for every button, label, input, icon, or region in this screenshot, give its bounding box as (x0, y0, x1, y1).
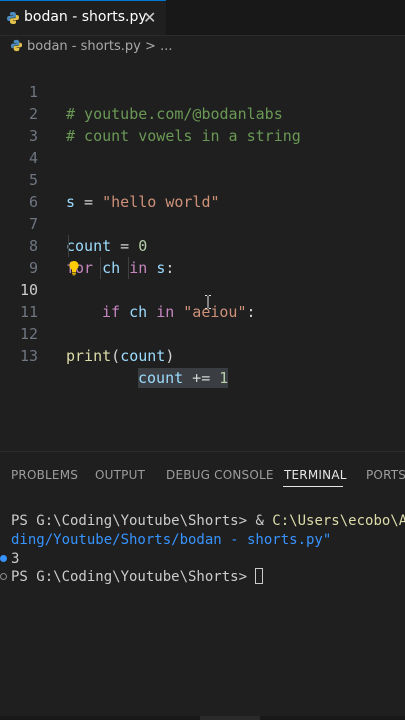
terminal-output: 3 (11, 551, 20, 567)
python-file-icon (10, 39, 23, 52)
terminal-prompt: PS G:\Coding\Youtube\Shorts> (11, 513, 256, 529)
variable-token: count (138, 369, 184, 387)
terminal[interactable]: PS G:\Coding\Youtube\Shorts> & C:\Users\… (0, 500, 405, 720)
indent-guide (128, 257, 129, 279)
tab-ports[interactable]: PORTS (366, 468, 405, 482)
active-tab-indicator (283, 486, 343, 487)
terminal-prompt: PS G:\Coding\Youtube\Shorts> (11, 569, 256, 585)
code-line-8: 8 for ch in s: (0, 213, 405, 277)
operator-token: ) (165, 347, 175, 365)
terminal-line: PS G:\Coding\Youtube\Shorts> (11, 568, 264, 586)
code-line-5: 5 s = "hello world" (0, 147, 405, 211)
close-icon[interactable]: ✕ (143, 9, 156, 26)
terminal-line: PS G:\Coding\Youtube\Shorts> & C:\Users\… (11, 512, 405, 530)
code-line-7: 7 count = 0 (0, 191, 405, 255)
code-line-9: 9 if ch in "aeiou": (0, 235, 405, 321)
code-line-13: 13 (0, 323, 405, 365)
code-line-10: 10 count += 1 (0, 257, 405, 388)
command-pending-icon[interactable] (0, 573, 7, 580)
indent-guide (68, 235, 69, 257)
breadcrumb-separator: > (140, 39, 161, 54)
python-file-icon (7, 12, 19, 24)
tab-problems[interactable]: PROBLEMS (11, 468, 78, 482)
code-line-2: 2 # count vowels in a string (0, 81, 405, 145)
indent-guide (100, 257, 101, 279)
terminal-command-continued: ding/Youtube/Shorts/bodan - shorts.py" (11, 532, 332, 548)
command-success-icon[interactable] (0, 555, 7, 562)
code-line-6: 6 (0, 169, 405, 211)
bottom-edge (0, 716, 405, 720)
tab-bodan-shorts[interactable]: bodan - shorts.py ✕ (0, 0, 166, 35)
scroll-thumb[interactable] (200, 716, 260, 720)
panel-tab-bar: PROBLEMS OUTPUT DEBUG CONSOLE TERMINAL P… (0, 460, 405, 490)
code-line-12: 12 print(count) (0, 301, 405, 365)
code-line-3: 3 (0, 103, 405, 145)
breadcrumb-file[interactable]: bodan - shorts.py (27, 39, 141, 54)
tab-debug-console[interactable]: DEBUG CONSOLE (166, 468, 274, 482)
breadcrumb-symbols[interactable]: ... (160, 39, 172, 54)
terminal-operator: & (255, 513, 273, 529)
number-token: 1 (219, 369, 229, 387)
code-line-11: 11 (0, 279, 405, 321)
code-line-1: 1 # youtube.com/@bodanlabs (0, 59, 405, 123)
mouse-cursor-icon (205, 295, 211, 309)
tab-terminal[interactable]: TERMINAL (284, 468, 347, 482)
terminal-line: ding/Youtube/Shorts/bodan - shorts.py" (11, 531, 331, 549)
tab-output[interactable]: OUTPUT (95, 468, 145, 482)
lightbulb-icon[interactable] (67, 260, 81, 276)
line-number: 13 (19, 347, 38, 365)
terminal-line: 3 (11, 550, 19, 568)
terminal-cursor (255, 568, 264, 584)
panel-divider (0, 451, 405, 452)
breadcrumb: bodan - shorts.py > ... (10, 39, 172, 59)
editor-tab-bar: bodan - shorts.py ✕ (0, 0, 405, 36)
code-editor[interactable]: 1 # youtube.com/@bodanlabs 2 # count vow… (0, 59, 405, 451)
operator-token: ( (111, 347, 121, 365)
function-token: print (66, 347, 112, 365)
variable-token: count (120, 347, 166, 365)
code-line-4: 4 (0, 125, 405, 167)
operator-token: += (183, 369, 220, 387)
tab-label: bodan - shorts.py (24, 9, 147, 25)
terminal-command: C:\Users\ecobo\Ap (272, 513, 405, 529)
